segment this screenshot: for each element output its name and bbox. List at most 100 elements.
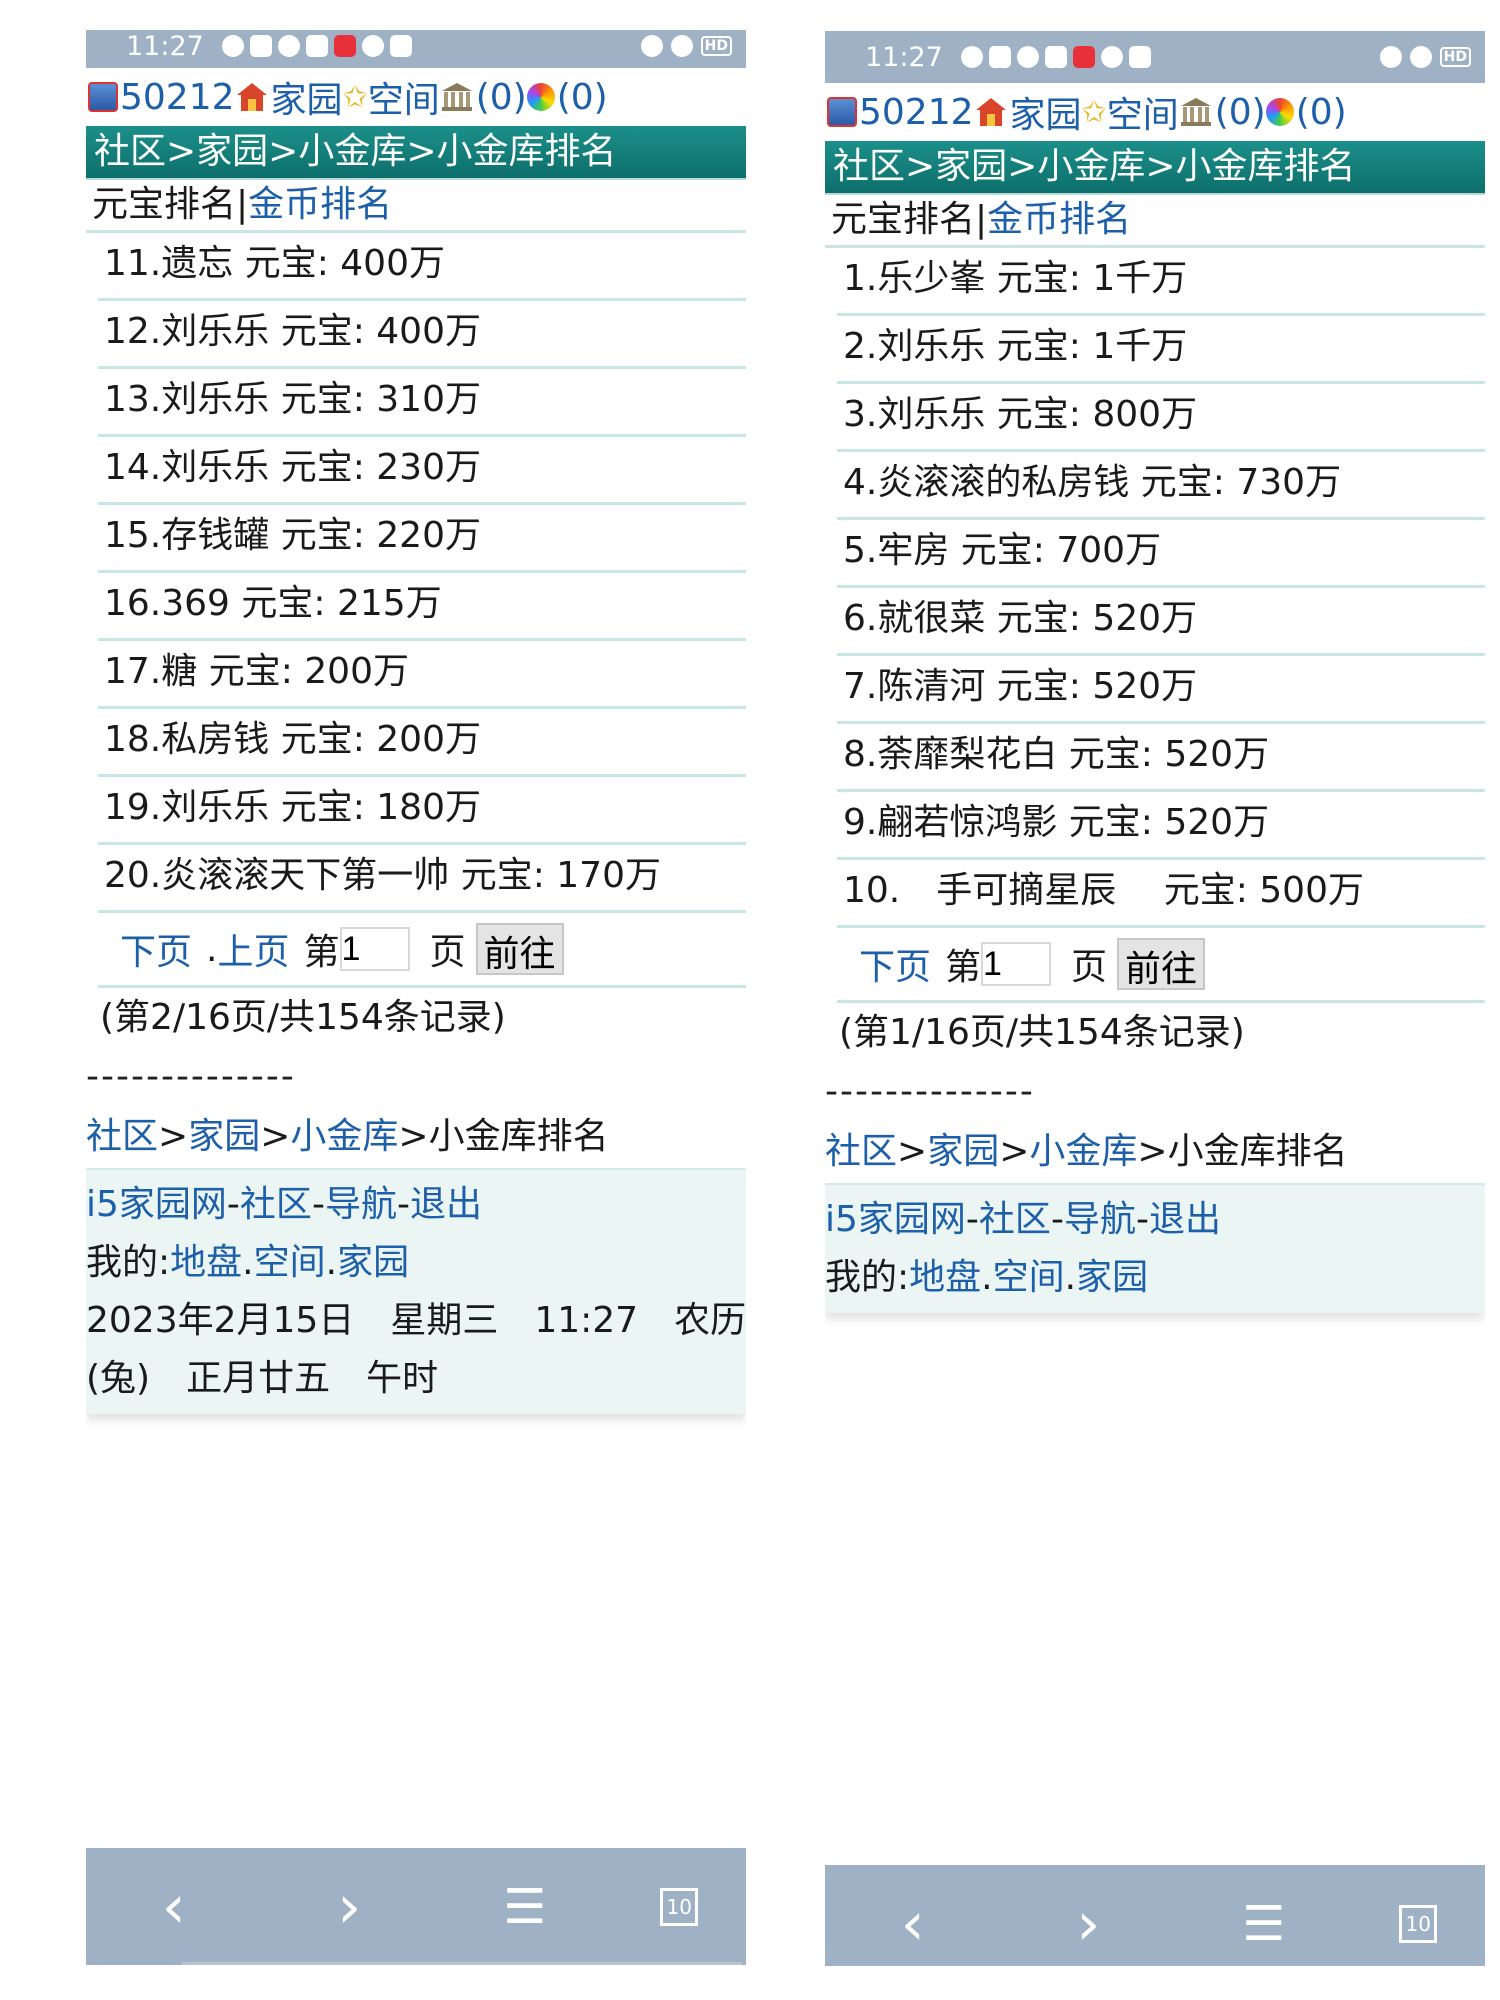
system-icons: HD <box>1379 46 1471 68</box>
list-item: 15.存钱罐 元宝: 220万 <box>98 505 746 573</box>
footer: i5家园网-社区-导航-退出 我的:地盘.空间.家园 <box>825 1185 1485 1313</box>
footer-nav-line: i5家园网-社区-导航-退出 <box>825 1191 1485 1249</box>
wheel-count-link[interactable]: (0) <box>1296 92 1347 133</box>
footer-nav-line: i5家园网-社区-导航-退出 <box>86 1176 746 1234</box>
ranking-list: 1.乐少峯 元宝: 1千万 2.刘乐乐 元宝: 1千万 3.刘乐乐 元宝: 80… <box>825 248 1485 928</box>
community-link[interactable]: 社区 <box>240 1184 312 1225</box>
tabs-button[interactable]: 10 <box>660 1888 699 1926</box>
forward-button[interactable]: › <box>1048 1889 1128 1959</box>
notification-icons <box>221 35 412 57</box>
bank-icon <box>441 83 472 111</box>
list-item: 4.炎滚滚的私房钱 元宝: 730万 <box>837 452 1485 520</box>
breadcrumb-community[interactable]: 社区 <box>86 1116 158 1157</box>
land-link[interactable]: 地盘 <box>170 1242 242 1283</box>
go-button[interactable]: 前往 <box>475 923 564 975</box>
list-item: 8.荼靡梨花白 元宝: 520万 <box>837 724 1485 792</box>
list-item: 6.就很菜 元宝: 520万 <box>837 588 1485 656</box>
mute-icon <box>670 35 693 57</box>
list-item: 2.刘乐乐 元宝: 1千万 <box>837 316 1485 384</box>
prev-page-link[interactable]: 上页 <box>217 923 289 975</box>
logout-link[interactable]: 退出 <box>1149 1199 1221 1240</box>
user-top-line: 50212 家园 ✩ 空间 (0) (0) <box>86 68 746 126</box>
list-item: 11.遗忘 元宝: 400万 <box>98 233 746 301</box>
breadcrumb-sep: > <box>999 1131 1030 1172</box>
menu-button[interactable]: ☰ <box>485 1879 565 1935</box>
bank-count-link[interactable]: (0) <box>476 77 527 118</box>
space-link[interactable]: 空间 <box>254 1242 326 1283</box>
footer-mine-line: 我的:地盘.空间.家园 <box>86 1234 746 1292</box>
footer-mine-line: 我的:地盘.空间.家园 <box>825 1249 1485 1307</box>
wheel-icon <box>526 83 555 111</box>
wechat-icon <box>221 35 244 57</box>
next-page-link[interactable]: 下页 <box>120 923 192 975</box>
tab-jinbi[interactable]: 金币排名 <box>987 199 1131 240</box>
home-link[interactable]: 家园 <box>1076 1257 1148 1298</box>
page-prefix: 第 <box>303 932 340 973</box>
footer-sep: - <box>1135 1199 1149 1240</box>
pager: 下页 第 页 前往 <box>837 928 1485 1003</box>
compass-icon <box>361 35 384 57</box>
tab-jinbi[interactable]: 金币排名 <box>248 184 392 225</box>
phone-icon <box>88 82 118 112</box>
breadcrumb-sep: > <box>1137 1131 1168 1172</box>
page-info: (第1/16页/共154条记录) <box>839 1012 1245 1053</box>
land-link[interactable]: 地盘 <box>909 1257 981 1298</box>
footer-sep: - <box>965 1199 979 1240</box>
logout-link[interactable]: 退出 <box>410 1184 482 1225</box>
breadcrumb-current: 小金库排名 <box>428 1116 609 1157</box>
list-item: 7.陈清河 元宝: 520万 <box>837 656 1485 724</box>
back-button[interactable]: ‹ <box>873 1889 953 1959</box>
breadcrumb-home[interactable]: 家园 <box>188 1116 260 1157</box>
site-link[interactable]: i5家园网 <box>86 1184 227 1225</box>
home-link[interactable]: 家园 <box>271 71 343 123</box>
wechat-icon <box>960 46 983 68</box>
nav-link[interactable]: 导航 <box>1064 1199 1136 1240</box>
bank-count-link[interactable]: (0) <box>1215 92 1266 133</box>
message-icon <box>277 35 300 57</box>
list-item: 9.翩若惊鸿影 元宝: 520万 <box>837 792 1485 860</box>
space-link[interactable]: 空间 <box>993 1257 1065 1298</box>
home-link[interactable]: 家园 <box>337 1242 409 1283</box>
user-id-link[interactable]: 50212 <box>120 77 235 118</box>
breadcrumb-community[interactable]: 社区 <box>825 1131 897 1172</box>
user-id-link[interactable]: 50212 <box>859 92 974 133</box>
breadcrumb-home[interactable]: 家园 <box>927 1131 999 1172</box>
list-item: 3.刘乐乐 元宝: 800万 <box>837 384 1485 452</box>
menu-button[interactable]: ☰ <box>1224 1896 1304 1952</box>
phone-icon <box>827 97 857 127</box>
footer-lunar-line: (兔) 正月廿五 午时 <box>86 1358 439 1399</box>
page-title-bar: 社区>家园>小金库>小金库排名 <box>86 126 746 180</box>
nav-link[interactable]: 导航 <box>325 1184 397 1225</box>
next-page-link[interactable]: 下页 <box>859 938 931 990</box>
compass-icon <box>1100 46 1123 68</box>
play-icon <box>249 35 272 57</box>
tabs-button[interactable]: 10 <box>1399 1905 1438 1943</box>
space-link[interactable]: 空间 <box>368 71 440 123</box>
weibo-icon <box>1072 46 1095 68</box>
forward-button[interactable]: › <box>309 1872 389 1942</box>
list-item: 5.牢房 元宝: 700万 <box>837 520 1485 588</box>
ranking-tabs: 元宝排名|金币排名 <box>86 180 746 233</box>
alarm-icon <box>640 35 663 57</box>
space-link[interactable]: 空间 <box>1107 86 1179 138</box>
footer-sep: - <box>396 1184 410 1225</box>
footer-sep: - <box>1050 1199 1064 1240</box>
page-number-input[interactable] <box>981 942 1052 986</box>
breadcrumb-vault[interactable]: 小金库 <box>290 1116 398 1157</box>
page-prefix: 第 <box>945 947 982 988</box>
list-item: 1.乐少峯 元宝: 1千万 <box>837 248 1485 316</box>
browser-navbar: ‹ › ☰ 10 <box>86 1848 746 1965</box>
breadcrumb-vault[interactable]: 小金库 <box>1029 1131 1137 1172</box>
list-item: 12.刘乐乐 元宝: 400万 <box>98 301 746 369</box>
status-time: 11:27 <box>126 30 204 62</box>
go-button[interactable]: 前往 <box>1117 938 1206 990</box>
back-button[interactable]: ‹ <box>134 1872 214 1942</box>
page-number-input[interactable] <box>339 927 410 971</box>
home-link[interactable]: 家园 <box>1010 86 1082 138</box>
site-link[interactable]: i5家园网 <box>825 1199 966 1240</box>
status-bar: 11:27 HD <box>86 30 746 68</box>
list-item: 17.糖 元宝: 200万 <box>98 641 746 709</box>
community-link[interactable]: 社区 <box>979 1199 1051 1240</box>
list-item: 14.刘乐乐 元宝: 230万 <box>98 437 746 505</box>
wheel-count-link[interactable]: (0) <box>557 77 608 118</box>
